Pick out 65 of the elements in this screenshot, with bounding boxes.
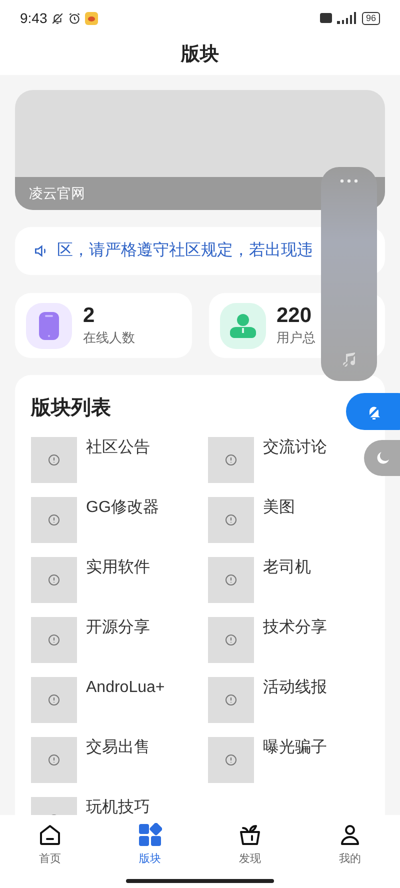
tab[interactable]: 发现 — [200, 823, 300, 868]
alert-icon — [48, 634, 60, 646]
alert-icon — [48, 514, 60, 526]
section-name: 社区公告 — [86, 438, 150, 458]
section-name: GG修改器 — [86, 498, 159, 518]
section-item[interactable]: 实用软件 — [31, 557, 150, 603]
tab[interactable]: 版块 — [100, 823, 200, 868]
alert-icon — [48, 754, 60, 766]
section-name: 技术分享 — [263, 618, 327, 638]
alert-icon — [225, 574, 237, 586]
stat-value: 2 — [83, 304, 96, 328]
section-name: 实用软件 — [86, 558, 150, 578]
battery-indicator: 96 — [362, 12, 380, 24]
section-name: AndroLua+ — [86, 678, 165, 698]
section-item[interactable]: 曝光骗子 — [208, 737, 327, 783]
section-name: 交流讨论 — [263, 438, 327, 458]
alert-icon — [225, 514, 237, 526]
alert-icon — [225, 754, 237, 766]
basket-icon — [238, 823, 262, 847]
section-name: 曝光骗子 — [263, 738, 327, 758]
tab[interactable]: 首页 — [0, 823, 100, 868]
section-item[interactable]: 交流讨论 — [208, 437, 327, 483]
alert-icon — [225, 694, 237, 706]
section-item[interactable]: 美图 — [208, 497, 295, 543]
alert-icon — [225, 634, 237, 646]
tab[interactable]: 我的 — [300, 823, 400, 868]
stat-label: 用户总 — [276, 328, 316, 347]
alert-icon — [48, 454, 60, 466]
section-item[interactable]: 老司机 — [208, 557, 311, 603]
status-time: 9:43 — [20, 8, 48, 28]
section-name: 玩机技巧 — [86, 798, 150, 815]
section-item[interactable]: 技术分享 — [208, 617, 327, 663]
section-item[interactable]: 交易出售 — [31, 737, 150, 783]
person-icon — [338, 823, 362, 847]
section-name: 交易出售 — [86, 738, 150, 758]
section-list-title: 版块列表 — [31, 396, 112, 421]
notice-text: 区，请严格遵守社区规定，若出现违 — [57, 240, 313, 261]
section-name: 美图 — [263, 498, 295, 518]
alarm-icon — [68, 12, 82, 24]
section-item[interactable]: GG修改器 — [31, 497, 159, 543]
alert-icon — [48, 694, 60, 706]
phone-icon — [26, 302, 72, 348]
section-item[interactable]: 活动线报 — [208, 677, 327, 723]
mute-button[interactable] — [346, 393, 400, 430]
section-item[interactable]: 开源分享 — [31, 617, 150, 663]
page-title: 版块 — [181, 43, 219, 68]
section-name: 活动线报 — [263, 678, 327, 698]
signal-icon — [336, 12, 358, 24]
bell-off-icon — [51, 12, 64, 24]
section-item[interactable]: 玩机技巧 — [31, 797, 150, 815]
alert-icon — [225, 454, 237, 466]
alert-icon — [48, 574, 60, 586]
more-icon[interactable] — [340, 179, 358, 183]
banner-caption: 凌云官网 — [29, 184, 85, 203]
home-icon — [38, 823, 62, 847]
section-name: 老司机 — [263, 558, 311, 578]
app-notification-icon — [85, 12, 98, 24]
music-off-icon[interactable] — [340, 351, 358, 369]
grid-icon — [138, 823, 162, 847]
section-name: 开源分享 — [86, 618, 150, 638]
user-icon — [220, 302, 266, 348]
section-item[interactable]: AndroLua+ — [31, 677, 165, 723]
stat-label: 在线人数 — [83, 328, 135, 347]
section-item[interactable]: 社区公告 — [31, 437, 150, 483]
stat-value: 220 — [276, 304, 313, 328]
